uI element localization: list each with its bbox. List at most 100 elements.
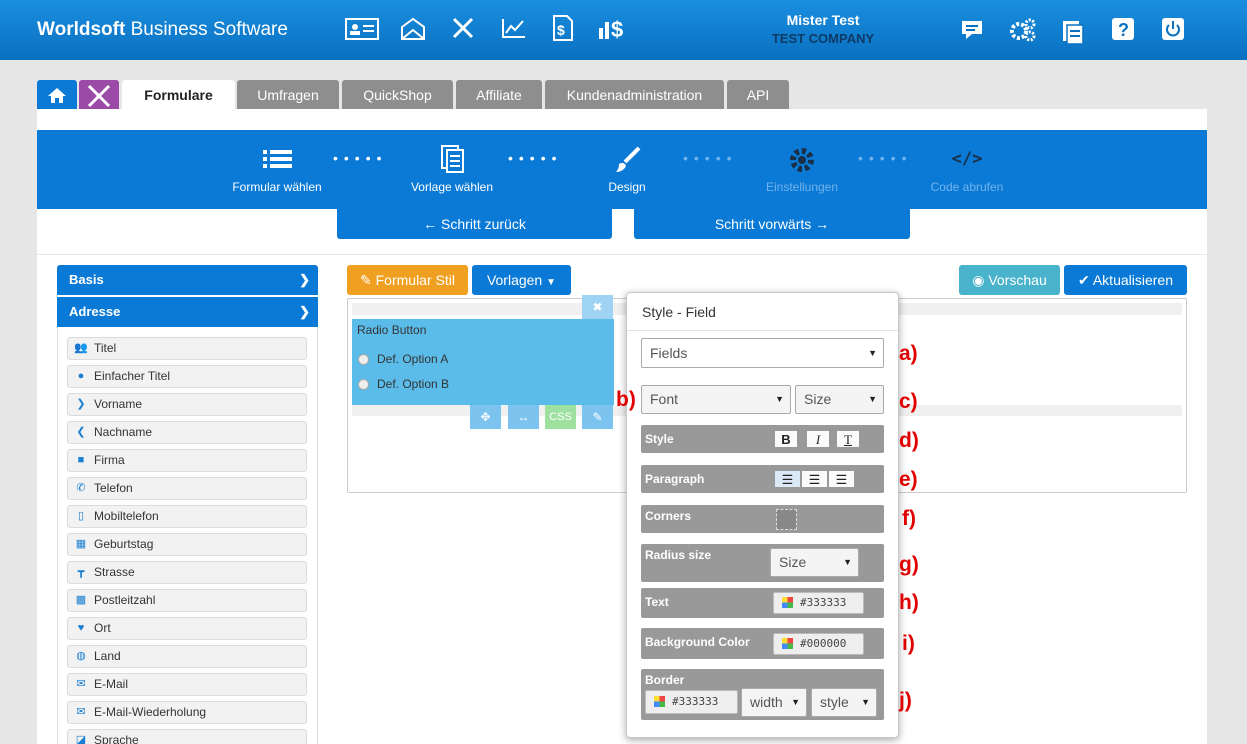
sidebar-item-ort[interactable]: ♥ Ort bbox=[67, 617, 307, 640]
invoice-icon[interactable]: $ bbox=[551, 14, 575, 42]
tools-tab[interactable] bbox=[79, 80, 119, 110]
dropdown-arrow-icon: ▼ bbox=[775, 394, 784, 404]
text-decoration-button[interactable]: T bbox=[836, 430, 860, 448]
align-right-icon[interactable]: ☰ bbox=[828, 470, 855, 488]
brush-icon bbox=[616, 146, 641, 172]
radio-field[interactable]: Radio Button Def. Option A Def. Option B bbox=[352, 319, 614, 405]
step-dots: ••••• bbox=[508, 150, 563, 166]
annotation-i: i) bbox=[902, 632, 915, 655]
sidebar-item-sprache[interactable]: ◪ Sprache bbox=[67, 729, 307, 744]
accordion-adresse[interactable]: Adresse ❯ bbox=[57, 297, 318, 327]
resize-icon[interactable]: ↔ bbox=[508, 405, 539, 429]
sidebar-item-mobiltelefon[interactable]: ▯ Mobiltelefon bbox=[67, 505, 307, 528]
svg-text:$: $ bbox=[611, 17, 623, 40]
settings-icon[interactable] bbox=[1009, 17, 1037, 43]
step-code-abrufen[interactable]: </> Code abrufen bbox=[897, 130, 1037, 209]
sidebar-item-telefon[interactable]: ✆ Telefon bbox=[67, 477, 307, 500]
sidebar-item-email[interactable]: ✉ E-Mail bbox=[67, 673, 307, 696]
radio-option-b-label: Def. Option B bbox=[377, 377, 450, 391]
sidebar-item-geburtstag[interactable]: ▦ Geburtstag bbox=[67, 533, 307, 556]
chat-icon[interactable] bbox=[960, 19, 984, 41]
form-style-button[interactable]: ✎ Formular Stil bbox=[347, 265, 468, 295]
tab-umfragen[interactable]: Umfragen bbox=[237, 80, 339, 110]
chevron-down-icon: ▼ bbox=[546, 277, 557, 288]
logout-icon[interactable] bbox=[1161, 17, 1185, 41]
corners-icon[interactable] bbox=[776, 509, 797, 530]
annotation-f: f) bbox=[902, 507, 916, 530]
dropdown-arrow-icon: ▼ bbox=[868, 348, 877, 358]
size-select[interactable]: Size ▼ bbox=[795, 385, 884, 414]
mail-marketing-icon[interactable] bbox=[400, 15, 426, 41]
radio-option-b[interactable] bbox=[358, 379, 369, 390]
home-tab[interactable] bbox=[37, 80, 77, 110]
sidebar-item-email-wiederholung[interactable]: ✉ E-Mail-Wiederholung bbox=[67, 701, 307, 724]
border-style-select[interactable]: style ▼ bbox=[811, 688, 877, 717]
border-color-picker[interactable]: #333333 bbox=[645, 690, 738, 714]
templates-button[interactable]: Vorlagen ▼ bbox=[472, 265, 571, 295]
pencil-icon[interactable]: ✎ bbox=[582, 405, 613, 429]
svg-text:$: $ bbox=[557, 22, 565, 38]
tab-formulare[interactable]: Formulare bbox=[122, 80, 235, 112]
sidebar-item-strasse[interactable]: ┳ Strasse bbox=[67, 561, 307, 584]
border-width-select[interactable]: width ▼ bbox=[741, 688, 807, 717]
radio-option-a[interactable] bbox=[358, 354, 369, 365]
tab-quickshop[interactable]: QuickShop bbox=[342, 80, 453, 110]
code-icon: </> bbox=[951, 149, 983, 169]
svg-text:?: ? bbox=[1118, 20, 1129, 40]
css-button[interactable]: CSS bbox=[545, 405, 576, 429]
documents-icon[interactable] bbox=[1061, 17, 1085, 45]
move-icon[interactable]: ✥ bbox=[470, 405, 501, 429]
map-marker-icon: ♥ bbox=[77, 622, 85, 634]
brand[interactable]: Worldsoft Business Software bbox=[37, 19, 288, 41]
chevron-up-icon: ❯ bbox=[299, 304, 310, 319]
sidebar-item-nachname[interactable]: ❮ Nachname bbox=[67, 421, 307, 444]
sidebar-item-titel[interactable]: 👥 Titel bbox=[67, 337, 307, 360]
sales-icon[interactable]: $ bbox=[598, 16, 630, 40]
list-icon bbox=[263, 150, 292, 168]
popup-title: Style - Field bbox=[627, 293, 898, 331]
chevron-down-icon: ❯ bbox=[299, 272, 310, 287]
chart-icon[interactable] bbox=[501, 17, 527, 39]
radius-size-select[interactable]: Size ▼ bbox=[770, 548, 859, 577]
step-einstellungen[interactable]: Einstellungen bbox=[732, 130, 872, 209]
sidebar-item-firma[interactable]: ■ Firma bbox=[67, 449, 307, 472]
align-center-icon[interactable]: ☰ bbox=[801, 470, 828, 488]
tab-affiliate[interactable]: Affiliate bbox=[456, 80, 542, 110]
font-select[interactable]: Font ▼ bbox=[641, 385, 791, 414]
annotation-e: e) bbox=[899, 468, 918, 491]
update-button[interactable]: ✔ Aktualisieren bbox=[1064, 265, 1187, 295]
preview-button[interactable]: ◉ Vorschau bbox=[959, 265, 1060, 295]
align-left-icon[interactable]: ☰ bbox=[774, 470, 801, 488]
bg-color-picker[interactable]: #000000 bbox=[773, 633, 864, 655]
text-color-picker[interactable]: #333333 bbox=[773, 592, 864, 614]
field-label: Radio Button bbox=[357, 323, 427, 337]
road-sign-icon: ┳ bbox=[77, 566, 85, 578]
tools-icon[interactable] bbox=[450, 15, 476, 41]
help-icon[interactable]: ? bbox=[1111, 17, 1135, 41]
tools-icon bbox=[87, 84, 111, 108]
close-icon[interactable]: ✖ bbox=[582, 295, 613, 319]
italic-button[interactable]: I bbox=[806, 430, 830, 448]
bold-button[interactable]: B bbox=[774, 430, 798, 448]
mobile-icon: ▯ bbox=[77, 510, 85, 522]
tab-kundenadministration[interactable]: Kundenadministration bbox=[545, 80, 724, 110]
fields-select[interactable]: Fields ▼ bbox=[641, 338, 884, 368]
accordion-basis[interactable]: Basis ❯ bbox=[57, 265, 318, 295]
edit-icon: ✎ bbox=[360, 272, 372, 288]
contact-card-icon[interactable] bbox=[345, 18, 379, 40]
sidebar-item-einfacher-titel[interactable]: ● Einfacher Titel bbox=[67, 365, 307, 388]
tab-api[interactable]: API bbox=[727, 80, 789, 110]
step-formular-waehlen[interactable]: Formular wählen bbox=[207, 130, 347, 209]
step-vorlage-waehlen[interactable]: Vorlage wählen bbox=[382, 130, 522, 209]
sidebar-item-land[interactable]: ◍ Land bbox=[67, 645, 307, 668]
sidebar-item-vorname[interactable]: ❯ Vorname bbox=[67, 393, 307, 416]
step-design[interactable]: Design bbox=[557, 130, 697, 209]
calendar-icon: ▦ bbox=[75, 538, 87, 550]
forward-button[interactable]: Schritt vorwärts → bbox=[634, 209, 910, 239]
color-swatch-icon bbox=[782, 597, 793, 608]
envelope-icon: ✉ bbox=[76, 678, 86, 690]
annotation-c: c) bbox=[899, 390, 918, 413]
back-button[interactable]: ← Schritt zurück bbox=[337, 209, 612, 239]
sidebar-item-postleitzahl[interactable]: ▩ Postleitzahl bbox=[67, 589, 307, 612]
user-info[interactable]: Mister Test TEST COMPANY bbox=[740, 12, 906, 46]
